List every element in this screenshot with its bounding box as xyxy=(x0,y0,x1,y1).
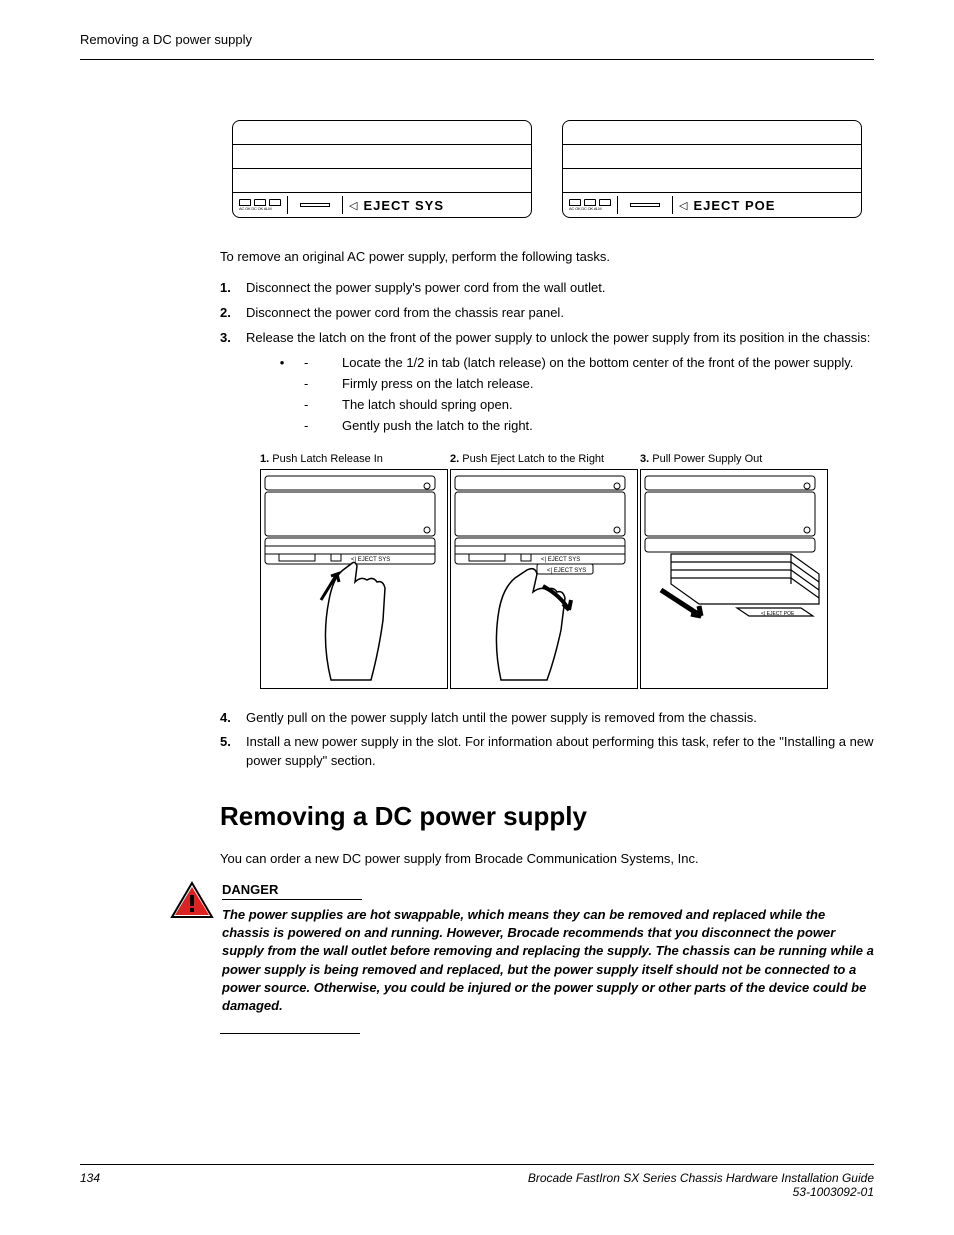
sub-step-text: Locate the 1/2 in tab (latch release) on… xyxy=(342,353,874,374)
sub-step-text: Firmly press on the latch release. xyxy=(342,374,874,395)
step-number: 4. xyxy=(220,709,246,728)
step-text: Release the latch on the front of the po… xyxy=(246,329,874,348)
step-number: 3. xyxy=(220,329,246,348)
figure-psu-fronts: AC OK DC OK ALM ◁ EJECT SYS AC OK DC OK … xyxy=(220,120,874,218)
svg-text:<| EJECT POE: <| EJECT POE xyxy=(761,611,795,617)
led-labels: AC OK DC OK ALM xyxy=(239,206,281,211)
led-labels: AC OK DC OK ALM xyxy=(569,206,611,211)
step-list: 1.Disconnect the power supply's power co… xyxy=(220,279,874,348)
doc-number: 53-1003092-01 xyxy=(528,1185,874,1199)
step-text: Install a new power supply in the slot. … xyxy=(246,733,874,771)
caption-text: Push Latch Release In xyxy=(269,453,383,465)
step-text: Disconnect the power cord from the chass… xyxy=(246,304,874,323)
psu-poe: AC OK DC OK ALM ◁ EJECT POE xyxy=(562,120,862,218)
page-number: 134 xyxy=(80,1171,100,1199)
figure-steps: 1. Push Latch Release In 2. Push Eject L… xyxy=(260,453,874,689)
caption-num: 3. xyxy=(640,453,649,465)
eject-arrow-icon: ◁ xyxy=(679,199,687,212)
panel-push-latch: <| EJECT SYS xyxy=(260,469,448,689)
caption-text: Push Eject Latch to the Right xyxy=(459,453,604,465)
footer-rule xyxy=(80,1164,874,1165)
dash-icon: - xyxy=(294,374,342,395)
eject-arrow-icon: ◁ xyxy=(349,199,357,212)
eject-poe-label: EJECT POE xyxy=(693,198,775,213)
running-header: Removing a DC power supply xyxy=(80,32,874,47)
bullet-icon: • xyxy=(270,353,294,374)
danger-text: The power supplies are hot swappable, wh… xyxy=(222,906,874,1015)
dc-intro-text: You can order a new DC power supply from… xyxy=(220,850,874,869)
step-number: 5. xyxy=(220,733,246,771)
danger-callout: DANGER The power supplies are hot swappa… xyxy=(80,881,874,1015)
header-rule xyxy=(80,59,874,60)
page-footer: 134 Brocade FastIron SX Series Chassis H… xyxy=(80,1164,874,1199)
step-text: Disconnect the power supply's power cord… xyxy=(246,279,874,298)
step-number: 1. xyxy=(220,279,246,298)
psu-sys: AC OK DC OK ALM ◁ EJECT SYS xyxy=(232,120,532,218)
danger-label: DANGER xyxy=(222,882,362,900)
step-number: 2. xyxy=(220,304,246,323)
danger-icon xyxy=(170,881,214,919)
dash-icon: - xyxy=(294,353,342,374)
panel-pull-out: <| EJECT POE xyxy=(640,469,828,689)
sub-step-text: The latch should spring open. xyxy=(342,395,874,416)
danger-end-rule xyxy=(220,1033,360,1034)
section-heading: Removing a DC power supply xyxy=(220,801,874,832)
caption-num: 1. xyxy=(260,453,269,465)
sub-step-list: •-Locate the 1/2 in tab (latch release) … xyxy=(270,353,874,436)
dash-icon: - xyxy=(294,416,342,437)
intro-text: To remove an original AC power supply, p… xyxy=(220,248,874,267)
panel-push-right: <| EJECT SYS <| EJECT SYS xyxy=(450,469,638,689)
caption-text: Pull Power Supply Out xyxy=(649,453,762,465)
doc-title: Brocade FastIron SX Series Chassis Hardw… xyxy=(528,1171,874,1185)
sub-step-text: Gently push the latch to the right. xyxy=(342,416,874,437)
step-list-cont: 4.Gently pull on the power supply latch … xyxy=(220,709,874,772)
caption-num: 2. xyxy=(450,453,459,465)
svg-text:<| EJECT SYS: <| EJECT SYS xyxy=(547,568,586,574)
dash-icon: - xyxy=(294,395,342,416)
svg-text:<| EJECT SYS: <| EJECT SYS xyxy=(351,557,390,563)
step-text: Gently pull on the power supply latch un… xyxy=(246,709,874,728)
eject-sys-label: EJECT SYS xyxy=(363,198,444,213)
svg-text:<| EJECT SYS: <| EJECT SYS xyxy=(541,557,580,563)
